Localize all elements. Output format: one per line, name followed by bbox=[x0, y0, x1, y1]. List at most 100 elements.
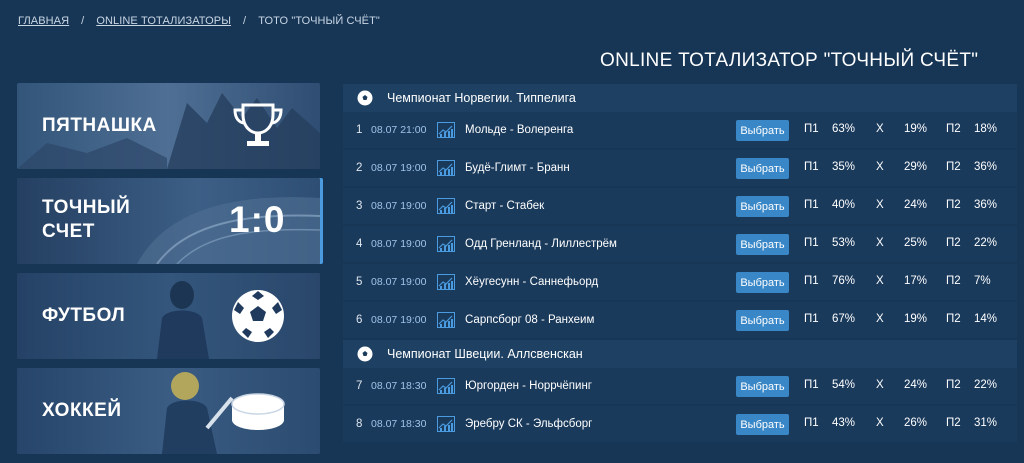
p2-label: П2 bbox=[946, 123, 961, 135]
choose-button[interactable]: Выбрать bbox=[736, 310, 789, 331]
x-value: 24% bbox=[904, 379, 928, 391]
x-label: Х bbox=[876, 275, 884, 287]
breadcrumb-current: ТОТО "ТОЧНЫЙ СЧЁТ" bbox=[258, 15, 380, 27]
match-date: 08.07 18:30 bbox=[371, 418, 427, 430]
p1-value: 76% bbox=[832, 275, 856, 287]
x-value: 19% bbox=[904, 313, 928, 325]
p2-value: 14% bbox=[974, 313, 998, 325]
sidebar-item-label: ФУТБОЛ bbox=[42, 305, 126, 326]
match-number: 8 bbox=[356, 418, 363, 430]
table-row: 7 08.07 18:30 Юргорден - Норрчёпинг Выбр… bbox=[343, 368, 1017, 406]
sidebar-item-hockey[interactable]: ХОККЕЙ bbox=[17, 368, 320, 454]
stats-chart-icon[interactable] bbox=[437, 416, 455, 432]
breadcrumb-home-link[interactable]: ГЛАВНАЯ bbox=[18, 15, 69, 27]
x-label: Х bbox=[876, 161, 884, 173]
p1-value: 43% bbox=[832, 417, 856, 429]
match-number: 1 bbox=[356, 124, 363, 136]
p1-value: 40% bbox=[832, 199, 856, 211]
match-teams: Старт - Стабек bbox=[465, 200, 545, 212]
p2-label: П2 bbox=[946, 161, 961, 173]
sidebar: ПЯТНАШКА ТОЧНЫЙ СЧЕТ 1:0 ФУТБОЛ ХОККЕЙ bbox=[17, 83, 323, 463]
p2-label: П2 bbox=[946, 275, 961, 287]
league-header: Чемпионат Норвегии. Типпелига bbox=[343, 84, 1017, 112]
p1-value: 53% bbox=[832, 237, 856, 249]
table-row: 5 08.07 19:00 Хёугесунн - Саннефьорд Выб… bbox=[343, 264, 1017, 302]
p2-value: 31% bbox=[974, 417, 998, 429]
table-row: 3 08.07 19:00 Старт - Стабек Выбрать П1 … bbox=[343, 188, 1017, 226]
match-number: 6 bbox=[356, 314, 363, 326]
breadcrumb: ГЛАВНАЯ / ONLINE ТОТАЛИЗАТОРЫ / ТОТО "ТО… bbox=[18, 15, 380, 27]
sidebar-item-label-line2: СЧЕТ bbox=[42, 221, 95, 242]
stats-chart-icon[interactable] bbox=[437, 160, 455, 176]
match-teams: Юргорден - Норрчёпинг bbox=[465, 380, 592, 392]
match-date: 08.07 19:00 bbox=[371, 314, 427, 326]
p2-label: П2 bbox=[946, 313, 961, 325]
choose-button[interactable]: Выбрать bbox=[736, 376, 789, 397]
p2-label: П2 bbox=[946, 417, 961, 429]
choose-button[interactable]: Выбрать bbox=[736, 272, 789, 293]
score-display: 1:0 bbox=[229, 199, 286, 240]
sidebar-item-pyatnashka[interactable]: ПЯТНАШКА bbox=[17, 83, 320, 169]
trophy-icon bbox=[233, 103, 283, 146]
table-row: 2 08.07 19:00 Будё-Глимт - Бранн Выбрать… bbox=[343, 150, 1017, 188]
p1-label: П1 bbox=[804, 379, 819, 391]
sidebar-item-exact-score[interactable]: ТОЧНЫЙ СЧЕТ 1:0 bbox=[17, 178, 320, 264]
p1-value: 67% bbox=[832, 313, 856, 325]
x-label: Х bbox=[876, 237, 884, 249]
breadcrumb-separator: / bbox=[81, 15, 85, 27]
choose-button[interactable]: Выбрать bbox=[736, 234, 789, 255]
match-number: 2 bbox=[356, 162, 363, 174]
p1-label: П1 bbox=[804, 199, 819, 211]
p1-label: П1 bbox=[804, 123, 819, 135]
table-row: 1 08.07 21:00 Мольде - Волеренга Выбрать… bbox=[343, 112, 1017, 150]
p2-value: 36% bbox=[974, 161, 998, 173]
table-row: 8 08.07 18:30 Эребру СК - Эльфсборг Выбр… bbox=[343, 406, 1017, 444]
stats-chart-icon[interactable] bbox=[437, 312, 455, 328]
match-number: 5 bbox=[356, 276, 363, 288]
choose-button[interactable]: Выбрать bbox=[736, 120, 789, 141]
p2-label: П2 bbox=[946, 379, 961, 391]
match-number: 3 bbox=[356, 200, 363, 212]
league-name: Чемпионат Норвегии. Типпелига bbox=[387, 91, 576, 105]
sidebar-item-football[interactable]: ФУТБОЛ bbox=[17, 273, 320, 359]
stats-chart-icon[interactable] bbox=[437, 198, 455, 214]
match-date: 08.07 19:00 bbox=[371, 238, 427, 250]
soccer-ball-icon bbox=[357, 346, 373, 362]
match-teams: Эребру СК - Эльфсборг bbox=[465, 418, 593, 430]
stats-chart-icon[interactable] bbox=[437, 378, 455, 394]
league-name: Чемпионат Швеции. Аллсвенскан bbox=[387, 347, 583, 361]
table-row: 4 08.07 19:00 Одд Гренланд - Лиллестрём … bbox=[343, 226, 1017, 264]
p1-label: П1 bbox=[804, 237, 819, 249]
match-teams: Будё-Глимт - Бранн bbox=[465, 162, 570, 174]
p1-label: П1 bbox=[804, 161, 819, 173]
matches-table: Чемпионат Норвегии. Типпелига 1 08.07 21… bbox=[343, 84, 1017, 444]
x-label: Х bbox=[876, 313, 884, 325]
breadcrumb-section-link[interactable]: ONLINE ТОТАЛИЗАТОРЫ bbox=[96, 15, 231, 27]
x-value: 25% bbox=[904, 237, 928, 249]
stats-chart-icon[interactable] bbox=[437, 236, 455, 252]
match-date: 08.07 18:30 bbox=[371, 380, 427, 392]
x-label: Х bbox=[876, 379, 884, 391]
match-teams: Одд Гренланд - Лиллестрём bbox=[465, 238, 617, 250]
x-value: 17% bbox=[904, 275, 928, 287]
choose-button[interactable]: Выбрать bbox=[736, 196, 789, 217]
stats-chart-icon[interactable] bbox=[437, 274, 455, 290]
page-title: ONLINE ТОТАЛИЗАТОР "ТОЧНЫЙ СЧЁТ" bbox=[600, 50, 979, 71]
p1-value: 63% bbox=[832, 123, 856, 135]
hockey-puck-icon bbox=[231, 393, 285, 430]
match-date: 08.07 21:00 bbox=[371, 124, 427, 136]
choose-button[interactable]: Выбрать bbox=[736, 158, 789, 179]
p2-value: 22% bbox=[974, 379, 998, 391]
x-label: Х bbox=[876, 417, 884, 429]
match-date: 08.07 19:00 bbox=[371, 162, 427, 174]
p2-label: П2 bbox=[946, 199, 961, 211]
match-teams: Мольде - Волеренга bbox=[465, 124, 574, 136]
soccer-ball-icon bbox=[232, 290, 284, 342]
table-row: 6 08.07 19:00 Сарпсборг 08 - Ранхеим Выб… bbox=[343, 302, 1017, 340]
stats-chart-icon[interactable] bbox=[437, 122, 455, 138]
choose-button[interactable]: Выбрать bbox=[736, 414, 789, 435]
match-date: 08.07 19:00 bbox=[371, 276, 427, 288]
sidebar-item-label: ТОЧНЫЙ СЧЕТ bbox=[42, 196, 162, 244]
x-value: 26% bbox=[904, 417, 928, 429]
p1-label: П1 bbox=[804, 417, 819, 429]
